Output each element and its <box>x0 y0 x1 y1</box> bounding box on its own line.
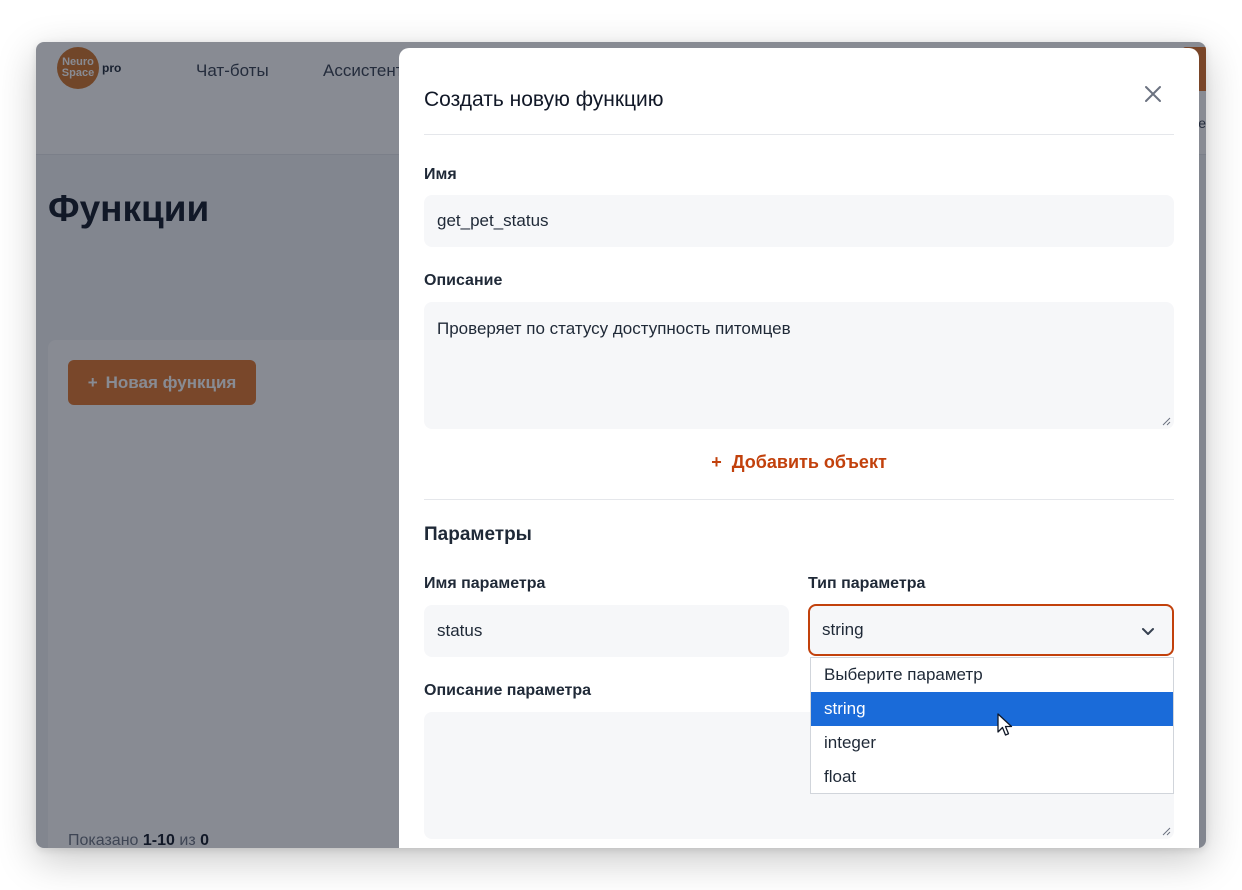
option-integer[interactable]: integer <box>811 726 1173 760</box>
resize-handle-icon[interactable] <box>1161 416 1171 426</box>
option-placeholder[interactable]: Выберите параметр <box>811 658 1173 692</box>
plus-icon: + <box>711 452 722 472</box>
option-float[interactable]: float <box>811 760 1173 794</box>
params-section-title: Параметры <box>424 524 532 545</box>
name-label: Имя <box>424 166 457 183</box>
close-icon[interactable] <box>1143 84 1163 104</box>
modal-title: Создать новую функцию <box>424 88 664 111</box>
param-name-value: status <box>437 621 483 640</box>
param-description-label: Описание параметра <box>424 682 592 699</box>
section-divider <box>424 499 1174 500</box>
add-object-button[interactable]: + Добавить объект <box>424 452 1174 473</box>
name-value: get_pet_status <box>437 211 549 230</box>
param-type-value: string <box>822 620 864 639</box>
option-string[interactable]: string <box>811 692 1173 726</box>
description-label: Описание <box>424 272 503 289</box>
param-type-dropdown: Выберите параметр string integer float <box>810 657 1174 794</box>
description-textarea[interactable]: Проверяет по статусу доступность питомце… <box>424 302 1174 429</box>
resize-handle-icon[interactable] <box>1161 826 1171 836</box>
param-type-select[interactable]: string <box>808 604 1174 656</box>
chevron-down-icon <box>1142 628 1154 635</box>
param-name-input[interactable]: status <box>424 605 789 657</box>
description-value: Проверяет по статусу доступность питомце… <box>437 319 791 338</box>
param-name-label: Имя параметра <box>424 575 546 592</box>
header-divider <box>424 134 1174 135</box>
create-function-modal: Создать новую функцию Имя get_pet_status… <box>399 48 1199 848</box>
name-input[interactable]: get_pet_status <box>424 195 1174 247</box>
param-type-label: Тип параметра <box>808 575 926 592</box>
app-window: Neuro Space pro Чат-боты Ассистенты е Фу… <box>36 42 1206 848</box>
add-object-label: Добавить объект <box>731 452 887 472</box>
cursor-icon <box>997 713 1013 736</box>
